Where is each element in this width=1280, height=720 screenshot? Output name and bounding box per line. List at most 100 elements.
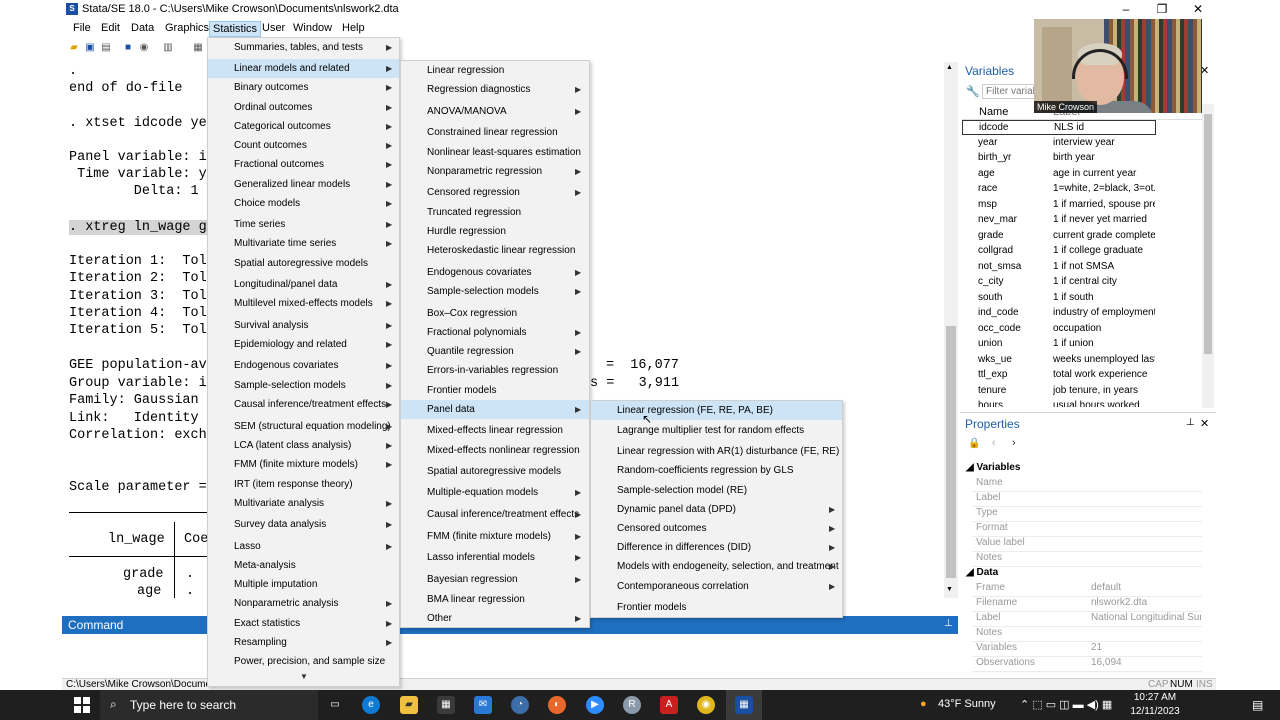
statistics-menu-item[interactable]: Lasso ▶	[208, 537, 399, 556]
statistics-menu-item[interactable]: Longitudinal/panel data ▶	[208, 275, 399, 294]
menu-help[interactable]: Help	[339, 21, 368, 37]
linear-submenu-item[interactable]: Multiple-equation models ▶	[401, 483, 589, 502]
panel-submenu-item[interactable]: Dynamic panel data (DPD) ▶	[591, 500, 842, 519]
statistics-menu-item[interactable]: Causal inference/treatment effects ▶	[208, 395, 399, 414]
file-explorer-icon[interactable]: ▰	[400, 696, 418, 714]
panel-submenu-item[interactable]: Censored outcomes ▶	[591, 519, 842, 538]
linear-submenu-item[interactable]: Truncated regression	[401, 203, 589, 222]
panel-submenu-item[interactable]: Difference in differences (DID) ▶	[591, 538, 842, 557]
variable-row[interactable]: union 1 if union	[962, 337, 1156, 352]
variable-row[interactable]: grade current grade completed	[962, 229, 1156, 244]
filter-icon[interactable]: 🔧	[966, 85, 980, 98]
mail-icon[interactable]: ✉	[474, 696, 492, 714]
linear-submenu-item[interactable]: Linear regression	[401, 61, 589, 80]
statistics-menu-item[interactable]: Endogenous covariates ▶	[208, 356, 399, 375]
variable-row[interactable]: collgrad 1 if college graduate	[962, 244, 1156, 259]
statistics-menu-item[interactable]: Survival analysis ▶	[208, 316, 399, 335]
linear-submenu-item[interactable]: Panel data ▶	[401, 400, 589, 419]
clock-date[interactable]: 12/11/2023	[1126, 706, 1184, 717]
statistics-menu-item[interactable]: Sample-selection models ▶	[208, 376, 399, 395]
variable-row[interactable]: c_city 1 if central city	[962, 275, 1156, 290]
statistics-menu-item[interactable]: Survey data analysis ▶	[208, 515, 399, 534]
pin-icon[interactable]: ⊥	[1186, 417, 1195, 428]
variable-row[interactable]: occ_code occupation	[962, 322, 1156, 337]
linear-submenu-item[interactable]: Box–Cox regression	[401, 304, 589, 323]
linear-submenu-item[interactable]: Heteroskedastic linear regression	[401, 241, 589, 260]
statistics-menu-item[interactable]: SEM (structural equation modeling) ▶	[208, 417, 399, 436]
statistics-menu-item[interactable]: Linear models and related ▶	[208, 59, 399, 78]
statistics-menu-item[interactable]: Nonparametric analysis ▶	[208, 594, 399, 613]
log-icon[interactable]: ■	[122, 42, 134, 54]
statistics-menu-item[interactable]: Generalized linear models ▶	[208, 175, 399, 194]
statistics-menu-item[interactable]: Multivariate time series ▶	[208, 234, 399, 253]
store-icon[interactable]: ▦	[437, 696, 455, 714]
statistics-menu-item[interactable]: Exact statistics ▶	[208, 614, 399, 633]
clock-time[interactable]: 10:27 AM	[1130, 692, 1180, 703]
statistics-menu-item[interactable]: Count outcomes ▶	[208, 136, 399, 155]
viewer-icon[interactable]: ◉	[138, 42, 150, 54]
linear-submenu-item[interactable]: BMA linear regression	[401, 590, 589, 609]
collapse-icon[interactable]: ◢	[966, 567, 976, 578]
scroll-down-icon[interactable]: ▼	[946, 586, 953, 593]
pin-icon[interactable]: ⊥	[944, 618, 953, 629]
column-header-name[interactable]: Name	[979, 106, 1008, 118]
statistics-menu-item[interactable]: Multilevel mixed-effects models ▶	[208, 294, 399, 313]
statistics-menu-item[interactable]: Fractional outcomes ▶	[208, 155, 399, 174]
statistics-menu-item[interactable]: Ordinal outcomes ▶	[208, 98, 399, 117]
print-icon[interactable]: ▤	[100, 42, 112, 54]
linear-submenu-item[interactable]: Lasso inferential models ▶	[401, 548, 589, 567]
close-icon[interactable]: ✕	[1200, 417, 1209, 430]
statistics-menu-item[interactable]: Resampling ▶	[208, 633, 399, 652]
linear-submenu-item[interactable]: Fractional polynomials ▶	[401, 323, 589, 342]
variable-row[interactable]: nev_mar 1 if never yet married	[962, 213, 1156, 228]
linear-submenu-item[interactable]: Other ▶	[401, 609, 589, 628]
scroll-up-icon[interactable]: ▲	[946, 64, 953, 71]
statistics-menu-item[interactable]: Binary outcomes ▶	[208, 78, 399, 97]
statistics-menu-item[interactable]: Multivariate analysis ▶	[208, 494, 399, 513]
app-icon[interactable]: ◔	[511, 696, 529, 714]
statistics-menu-item[interactable]: Categorical outcomes ▶	[208, 117, 399, 136]
edge-icon[interactable]: e	[362, 696, 380, 714]
results-scrollbar-thumb[interactable]	[946, 326, 956, 578]
menu-user[interactable]: User	[259, 21, 288, 37]
linear-submenu-item[interactable]: Frontier models	[401, 381, 589, 400]
variable-row[interactable]: wks_ue weeks unemployed last ...	[962, 353, 1156, 368]
linear-submenu-item[interactable]: Nonlinear least-squares estimation	[401, 143, 589, 162]
menu-file[interactable]: File	[70, 21, 94, 37]
variable-row[interactable]: not_smsa 1 if not SMSA	[962, 260, 1156, 275]
graph-icon[interactable]: ▥	[162, 42, 174, 54]
task-view-icon[interactable]: ▭	[326, 696, 344, 714]
acrobat-icon[interactable]: A	[660, 696, 678, 714]
variable-row[interactable]: race 1=white, 2=black, 3=ot...	[962, 182, 1156, 197]
statistics-menu-item[interactable]: IRT (item response theory)	[208, 475, 399, 494]
linear-submenu-item[interactable]: Endogenous covariates ▶	[401, 263, 589, 282]
statistics-menu-item[interactable]: Summaries, tables, and tests ▶	[208, 38, 399, 57]
panel-submenu-item[interactable]: Lagrange multiplier test for random effe…	[591, 421, 842, 440]
panel-submenu-item[interactable]: Contemporaneous correlation ▶	[591, 577, 842, 596]
variable-row[interactable]: hours usual hours worked	[962, 399, 1156, 407]
property-value[interactable]: 21	[1091, 642, 1201, 653]
linear-submenu-item[interactable]: FMM (finite mixture models) ▶	[401, 527, 589, 546]
menu-scroll-down-icon[interactable]: ▼	[300, 672, 308, 681]
menu-edit[interactable]: Edit	[98, 21, 123, 37]
variable-row[interactable]: age age in current year	[962, 167, 1156, 182]
tray-icons[interactable]: ⌃ ⬚ ▭ ◫ ▬ ◀) ▦	[1020, 698, 1112, 711]
variable-row[interactable]: msp 1 if married, spouse pre...	[962, 198, 1156, 213]
r-icon[interactable]: R	[623, 696, 641, 714]
menu-statistics[interactable]: Statistics	[209, 21, 262, 37]
linear-submenu-item[interactable]: Hurdle regression	[401, 222, 589, 241]
collapse-icon[interactable]: ◢	[966, 462, 976, 473]
panel-submenu-item[interactable]: Linear regression with AR(1) disturbance…	[591, 442, 842, 461]
close-button[interactable]: ✕	[1180, 0, 1216, 18]
statistics-menu-item[interactable]: Epidemiology and related ▶	[208, 335, 399, 354]
properties-section-header[interactable]: ◢ Variables	[966, 462, 1020, 473]
statistics-menu-item[interactable]: Meta-analysis	[208, 556, 399, 575]
variables-filter-input[interactable]: Filter variabl	[982, 84, 1042, 99]
menu-graphics[interactable]: Graphics	[162, 21, 212, 37]
zoom-icon[interactable]: ▶	[586, 696, 604, 714]
menu-window[interactable]: Window	[290, 21, 335, 37]
back-icon[interactable]: ‹	[992, 437, 996, 449]
panel-submenu-item[interactable]: Linear regression (FE, RE, PA, BE)	[591, 401, 842, 420]
forward-icon[interactable]: ›	[1012, 437, 1016, 449]
chrome-icon[interactable]: ◉	[697, 696, 715, 714]
